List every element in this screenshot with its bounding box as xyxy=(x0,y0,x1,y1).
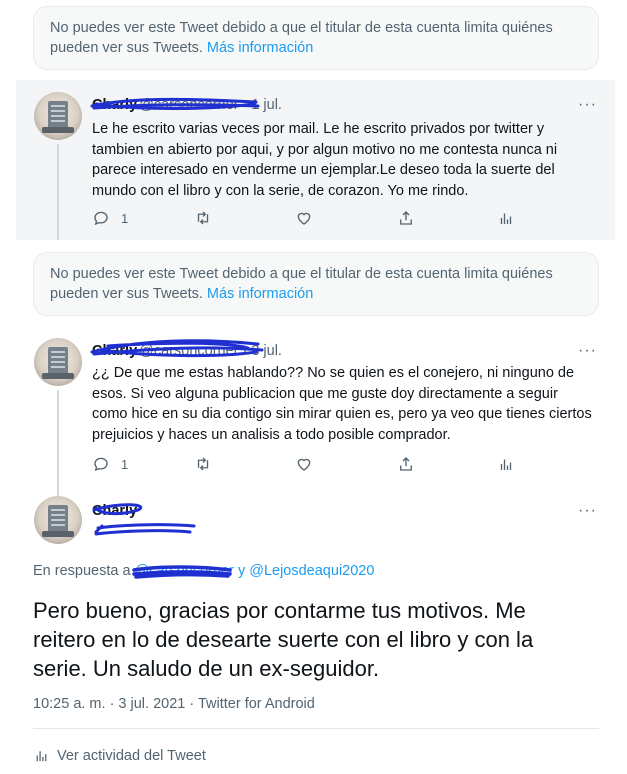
avatar[interactable] xyxy=(34,338,82,386)
tweet-date[interactable]: 1 jul. xyxy=(251,97,282,113)
tweet-actions: 1 xyxy=(92,209,532,229)
like-button[interactable] xyxy=(295,455,313,473)
heart-icon xyxy=(297,458,311,471)
retweet-button[interactable] xyxy=(194,455,212,473)
reply-button[interactable]: 1 xyxy=(92,455,128,473)
tweet-timestamp[interactable]: 10:25 a. m. · 3 jul. 2021 · Twitter for … xyxy=(33,696,315,712)
tweet-text: ¿¿ De que me estas hablando?? No se quie… xyxy=(92,365,592,443)
reply-mention[interactable]: @carsoncorner xyxy=(135,563,234,579)
thread-line xyxy=(57,390,59,500)
reply-and: y xyxy=(237,563,246,579)
divider xyxy=(33,728,599,729)
restricted-tweet-notice: No puedes ver este Tweet debido a que el… xyxy=(33,252,599,316)
display-name[interactable]: Charly xyxy=(92,503,137,519)
reply-prefix: En respuesta a xyxy=(33,563,131,579)
more-options-icon[interactable]: ··· xyxy=(578,503,597,519)
heart-icon xyxy=(297,212,311,225)
username[interactable]: @carsoncorner xyxy=(139,343,238,359)
avatar[interactable] xyxy=(34,92,82,140)
share-icon xyxy=(400,457,412,471)
tweet-date[interactable]: 3 jul. xyxy=(251,343,282,359)
more-info-link[interactable]: Más información xyxy=(207,40,313,56)
reply-button[interactable]: 1 xyxy=(92,209,128,227)
analytics-icon xyxy=(500,213,512,224)
more-info-link[interactable]: Más información xyxy=(207,286,313,302)
retweet-icon xyxy=(197,457,209,471)
analytics-icon xyxy=(36,751,47,762)
share-button[interactable] xyxy=(397,209,415,227)
display-name[interactable]: Charly xyxy=(92,343,137,359)
tweet-actions: 1 xyxy=(92,455,532,475)
thread-line xyxy=(57,144,59,240)
replying-to: En respuesta a @carsoncorner y @Lejosdea… xyxy=(33,563,374,579)
more-options-icon[interactable]: ··· xyxy=(578,343,597,359)
tweet-header: Charly xyxy=(92,501,137,521)
like-button[interactable] xyxy=(295,209,313,227)
view-activity-label: Ver actividad del Tweet xyxy=(57,747,206,764)
analytics-button[interactable] xyxy=(497,209,515,227)
analytics-button[interactable] xyxy=(497,455,515,473)
reply-count: 1 xyxy=(121,456,129,472)
reply-count: 1 xyxy=(121,210,129,226)
tweet-text: Le he escrito varias veces por mail. Le … xyxy=(92,121,558,199)
analytics-icon xyxy=(500,459,512,470)
share-icon xyxy=(400,211,412,225)
display-name[interactable]: Charly xyxy=(92,97,137,113)
avatar[interactable] xyxy=(34,496,82,544)
more-options-icon[interactable]: ··· xyxy=(578,97,597,113)
tweet-header: Charly @carsoncorner · 3 jul. xyxy=(92,343,282,359)
restricted-tweet-notice: No puedes ver este Tweet debido a que el… xyxy=(33,6,599,70)
main-tweet-text: Pero bueno, gracias por contarme tus mot… xyxy=(33,598,534,681)
reply-icon xyxy=(94,211,108,226)
tweet-header: Charly @carsoncorner · 1 jul. xyxy=(92,97,282,113)
tweet[interactable]: Charly @carsoncorner · 3 jul. ··· ¿¿ De que… xyxy=(16,326,615,500)
reply-mention[interactable]: @Lejosdeaqui2020 xyxy=(249,563,374,579)
reply-icon xyxy=(94,457,108,472)
retweet-button[interactable] xyxy=(194,209,212,227)
share-button[interactable] xyxy=(397,455,415,473)
view-activity-button[interactable]: Ver actividad del Tweet xyxy=(33,747,206,764)
retweet-icon xyxy=(197,211,209,225)
username[interactable]: @carsoncorner xyxy=(139,97,238,113)
tweet[interactable]: Charly @carsoncorner · 1 jul. ··· Le he esc… xyxy=(16,80,615,240)
